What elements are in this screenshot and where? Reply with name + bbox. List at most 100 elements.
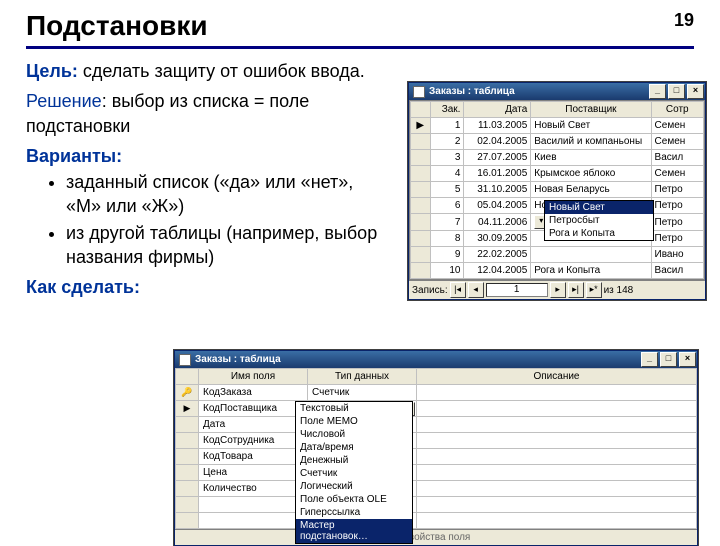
row-selector[interactable] <box>176 497 199 513</box>
maximize-button[interactable]: □ <box>660 352 677 367</box>
dropdown-item[interactable]: Числовой <box>296 428 412 441</box>
col-supplier[interactable]: Поставщик <box>531 102 651 118</box>
row-selector[interactable]: ▶ <box>411 118 431 134</box>
cell-type[interactable]: Счетчик <box>308 385 417 401</box>
dropdown-item[interactable]: Денежный <box>296 454 412 467</box>
cell-field-name[interactable]: КодСотрудника <box>199 433 308 449</box>
row-selector[interactable] <box>176 449 199 465</box>
cell-id[interactable]: 1 <box>430 118 464 134</box>
dropdown-item[interactable]: Петросбыт <box>545 214 653 227</box>
row-selector[interactable]: 🔑 <box>176 385 199 401</box>
minimize-button[interactable]: _ <box>641 352 658 367</box>
cell-desc[interactable] <box>417 433 697 449</box>
dropdown-item[interactable]: Гиперссылка <box>296 506 412 519</box>
datatype-dropdown[interactable]: ТекстовыйПоле МЕМОЧисловойДата/времяДене… <box>295 401 413 544</box>
cell-desc[interactable] <box>417 481 697 497</box>
cell-customer[interactable]: Семен <box>651 118 703 134</box>
titlebar[interactable]: Заказы : таблица _ □ × <box>409 83 705 100</box>
dropdown-item[interactable]: Мастер подстановок… <box>296 519 412 543</box>
row-selector[interactable] <box>411 150 431 166</box>
row-selector[interactable] <box>411 263 431 279</box>
row-selector[interactable] <box>411 166 431 182</box>
row-selector[interactable] <box>176 481 199 497</box>
nav-next[interactable]: ▸ <box>550 282 566 298</box>
row-selector[interactable] <box>411 182 431 198</box>
col-customer[interactable]: Сотр <box>651 102 703 118</box>
cell-supplier[interactable]: Новая Беларусь <box>531 182 651 198</box>
cell-field-name[interactable] <box>199 497 308 513</box>
close-button[interactable]: × <box>679 352 696 367</box>
cell-customer[interactable]: Петро <box>651 231 703 247</box>
cell-date[interactable]: 11.03.2005 <box>464 118 531 134</box>
dropdown-item[interactable]: Дата/время <box>296 441 412 454</box>
cell-field-name[interactable]: Цена <box>199 465 308 481</box>
cell-supplier[interactable]: Крымское яблоко <box>531 166 651 182</box>
dropdown-item[interactable]: Новый Свет <box>545 201 653 214</box>
nav-new[interactable]: ▸* <box>586 282 602 298</box>
cell-desc[interactable] <box>417 417 697 433</box>
dropdown-item[interactable]: Рога и Копыта <box>545 227 653 240</box>
cell-date[interactable]: 16.01.2005 <box>464 166 531 182</box>
cell-id[interactable]: 8 <box>430 231 464 247</box>
cell-id[interactable]: 4 <box>430 166 464 182</box>
cell-field-name[interactable] <box>199 513 308 529</box>
cell-customer[interactable]: Семен <box>651 166 703 182</box>
cell-customer[interactable]: Петро <box>651 214 703 231</box>
col-data-type[interactable]: Тип данных <box>308 369 417 385</box>
cell-field-name[interactable]: КодЗаказа <box>199 385 308 401</box>
cell-customer[interactable]: Петро <box>651 198 703 214</box>
dropdown-item[interactable]: Счетчик <box>296 467 412 480</box>
row-selector[interactable] <box>411 231 431 247</box>
row-selector[interactable] <box>176 417 199 433</box>
cell-desc[interactable] <box>417 385 697 401</box>
cell-id[interactable]: 7 <box>430 214 464 231</box>
cell-desc[interactable] <box>417 465 697 481</box>
cell-desc[interactable] <box>417 449 697 465</box>
cell-customer[interactable]: Петро <box>651 182 703 198</box>
dropdown-item[interactable]: Поле МЕМО <box>296 415 412 428</box>
row-selector[interactable] <box>411 247 431 263</box>
row-selector[interactable]: ▶ <box>176 401 199 417</box>
cell-desc[interactable] <box>417 513 697 529</box>
cell-field-name[interactable]: КодТовара <box>199 449 308 465</box>
titlebar[interactable]: Заказы : таблица _ □ × <box>175 351 697 368</box>
col-field-name[interactable]: Имя поля <box>199 369 308 385</box>
cell-id[interactable]: 6 <box>430 198 464 214</box>
cell-desc[interactable] <box>417 497 697 513</box>
cell-field-name[interactable]: Дата <box>199 417 308 433</box>
cell-id[interactable]: 5 <box>430 182 464 198</box>
cell-date[interactable]: 12.04.2005 <box>464 263 531 279</box>
cell-date[interactable]: 02.04.2005 <box>464 134 531 150</box>
cell-id[interactable]: 3 <box>430 150 464 166</box>
cell-date[interactable]: 05.04.2005 <box>464 198 531 214</box>
nav-last[interactable]: ▸| <box>568 282 584 298</box>
cell-date[interactable]: 30.09.2005 <box>464 231 531 247</box>
row-selector[interactable] <box>411 198 431 214</box>
cell-date[interactable]: 04.11.2006 <box>464 214 531 231</box>
cell-customer[interactable]: Васил <box>651 263 703 279</box>
cell-field-name[interactable]: КодПоставщика <box>199 401 308 417</box>
cell-id[interactable]: 10 <box>430 263 464 279</box>
col-id[interactable]: Зак. <box>430 102 464 118</box>
orders-table[interactable]: Зак. Дата Поставщик Сотр ▶111.03.2005Нов… <box>410 101 704 279</box>
nav-pos[interactable]: 1 <box>486 283 548 297</box>
nav-first[interactable]: |◂ <box>450 282 466 298</box>
row-selector[interactable] <box>411 134 431 150</box>
cell-date[interactable]: 31.10.2005 <box>464 182 531 198</box>
cell-supplier[interactable]: Рога и Копыта <box>531 263 651 279</box>
cell-id[interactable]: 2 <box>430 134 464 150</box>
dropdown-item[interactable]: Поле объекта OLE <box>296 493 412 506</box>
cell-customer[interactable]: Васил <box>651 150 703 166</box>
maximize-button[interactable]: □ <box>668 84 685 99</box>
cell-supplier[interactable] <box>531 247 651 263</box>
cell-supplier[interactable]: Новый Свет <box>531 118 651 134</box>
col-description[interactable]: Описание <box>417 369 697 385</box>
cell-field-name[interactable]: Количество <box>199 481 308 497</box>
design-table[interactable]: Имя поля Тип данных Описание 🔑КодЗаказаС… <box>175 368 697 529</box>
cell-supplier[interactable]: Василий и компаньоны <box>531 134 651 150</box>
cell-customer[interactable]: Ивано <box>651 247 703 263</box>
cell-date[interactable]: 22.02.2005 <box>464 247 531 263</box>
row-selector[interactable] <box>176 513 199 529</box>
supplier-dropdown[interactable]: Новый Свет Петросбыт Рога и Копыта <box>544 200 654 241</box>
cell-supplier[interactable]: Киев <box>531 150 651 166</box>
